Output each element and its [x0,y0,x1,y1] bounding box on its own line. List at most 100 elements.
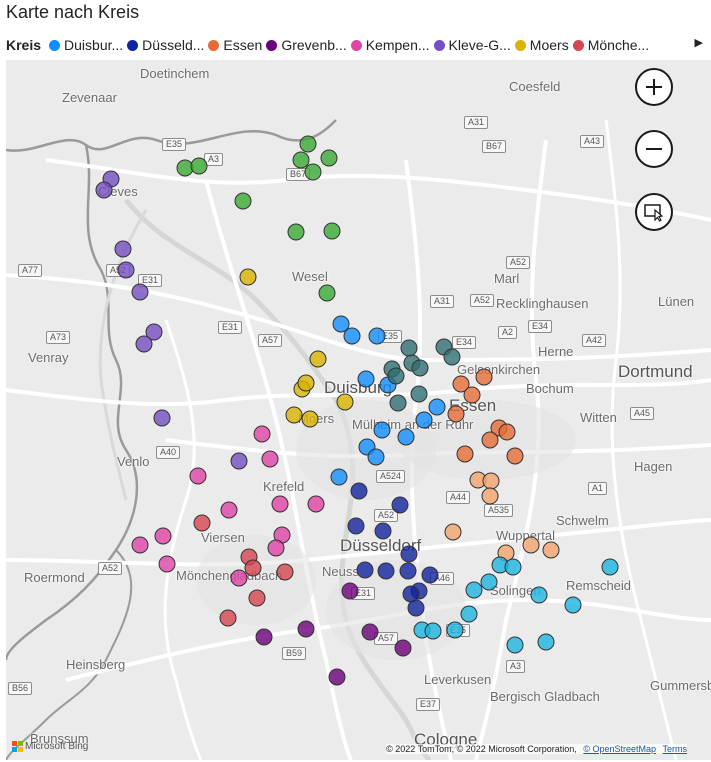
map-point[interactable] [234,192,252,210]
legend-item-grevenbroich[interactable]: Grevenb... [266,37,347,53]
map-point[interactable] [117,261,135,279]
map-point[interactable] [285,406,303,424]
map-point[interactable] [564,596,582,614]
map-point[interactable] [158,555,176,573]
map-point[interactable] [190,157,208,175]
map-point[interactable] [347,517,365,535]
legend-item-kempen[interactable]: Kempen... [350,37,430,53]
map-point[interactable] [297,620,315,638]
legend-item-duisburg[interactable]: Duisbur... [49,37,123,53]
map-point[interactable] [309,350,327,368]
map-point[interactable] [287,223,305,241]
map-point[interactable] [320,149,338,167]
map-point[interactable] [506,636,524,654]
legend-item-essen[interactable]: Essen [208,37,262,53]
map-point[interactable] [336,393,354,411]
map-point[interactable] [330,468,348,486]
map-point[interactable] [446,621,464,639]
map-point[interactable] [456,445,474,463]
map-point[interactable] [537,633,555,651]
map-point[interactable] [530,586,548,604]
map-point[interactable] [276,563,294,581]
map-point[interactable] [176,159,194,177]
legend-item-moers[interactable]: Moers [514,37,569,53]
map-point[interactable] [318,284,336,302]
map-point[interactable] [424,622,442,640]
map-canvas[interactable]: Doetinchem Zevenaar Coesfeld Cleves Wese… [6,60,711,760]
map-point[interactable] [498,423,516,441]
map-point[interactable] [444,523,462,541]
map-point[interactable] [400,339,418,357]
zoom-out-button[interactable] [635,130,673,168]
map-point[interactable] [135,335,153,353]
map-point[interactable] [374,522,392,540]
map-point[interactable] [504,558,522,576]
map-point[interactable] [407,599,425,617]
map-point[interactable] [271,495,289,513]
map-point[interactable] [542,541,560,559]
map-point[interactable] [368,327,386,345]
map-point[interactable] [131,536,149,554]
zoom-in-button[interactable] [635,68,673,106]
legend-item-duesseldorf[interactable]: Düsseld... [127,37,204,53]
map-point[interactable] [482,472,500,490]
openstreetmap-link[interactable]: © OpenStreetMap [583,744,656,754]
map-point[interactable] [465,581,483,599]
map-point[interactable] [261,450,279,468]
map-point[interactable] [323,222,341,240]
map-point[interactable] [411,359,429,377]
map-point[interactable] [357,370,375,388]
terms-link[interactable]: Terms [663,744,688,754]
map-point[interactable] [301,410,319,428]
map-point[interactable] [475,368,493,386]
map-point[interactable] [244,559,262,577]
map-point[interactable] [230,452,248,470]
map-point[interactable] [421,566,439,584]
map-point[interactable] [328,668,346,686]
map-point[interactable] [394,639,412,657]
map-point[interactable] [361,623,379,641]
map-point[interactable] [463,386,481,404]
map-point[interactable] [253,425,271,443]
map-point[interactable] [292,151,310,169]
map-point[interactable] [304,163,322,181]
map-point[interactable] [255,628,273,646]
map-point[interactable] [601,558,619,576]
legend-item-kleve[interactable]: Kleve-G... [433,37,511,53]
map-point[interactable] [377,562,395,580]
map-point[interactable] [193,514,211,532]
map-point[interactable] [248,589,266,607]
map-point[interactable] [220,501,238,519]
map-point[interactable] [391,496,409,514]
map-point[interactable] [389,394,407,412]
legend-item-moenchengladbach[interactable]: Mönche... [572,37,649,53]
map-point[interactable] [154,527,172,545]
map-point[interactable] [95,181,113,199]
chevron-right-icon[interactable]: ▶ [695,36,703,49]
map-point[interactable] [481,487,499,505]
map-point[interactable] [343,327,361,345]
map-point[interactable] [350,482,368,500]
map-point[interactable] [239,268,257,286]
map-point[interactable] [189,467,207,485]
map-point[interactable] [397,428,415,446]
map-point[interactable] [400,545,418,563]
map-point[interactable] [460,605,478,623]
map-point[interactable] [387,367,405,385]
map-point[interactable] [114,240,132,258]
map-point[interactable] [230,569,248,587]
map-point[interactable] [356,561,374,579]
map-point[interactable] [373,421,391,439]
map-point[interactable] [131,283,149,301]
map-point[interactable] [399,562,417,580]
map-point[interactable] [447,405,465,423]
map-point[interactable] [153,409,171,427]
map-point[interactable] [443,348,461,366]
map-point[interactable] [297,374,315,392]
map-point[interactable] [367,448,385,466]
map-point[interactable] [267,539,285,557]
map-point[interactable] [480,573,498,591]
map-point[interactable] [522,536,540,554]
map-point[interactable] [219,609,237,627]
map-point[interactable] [410,385,428,403]
